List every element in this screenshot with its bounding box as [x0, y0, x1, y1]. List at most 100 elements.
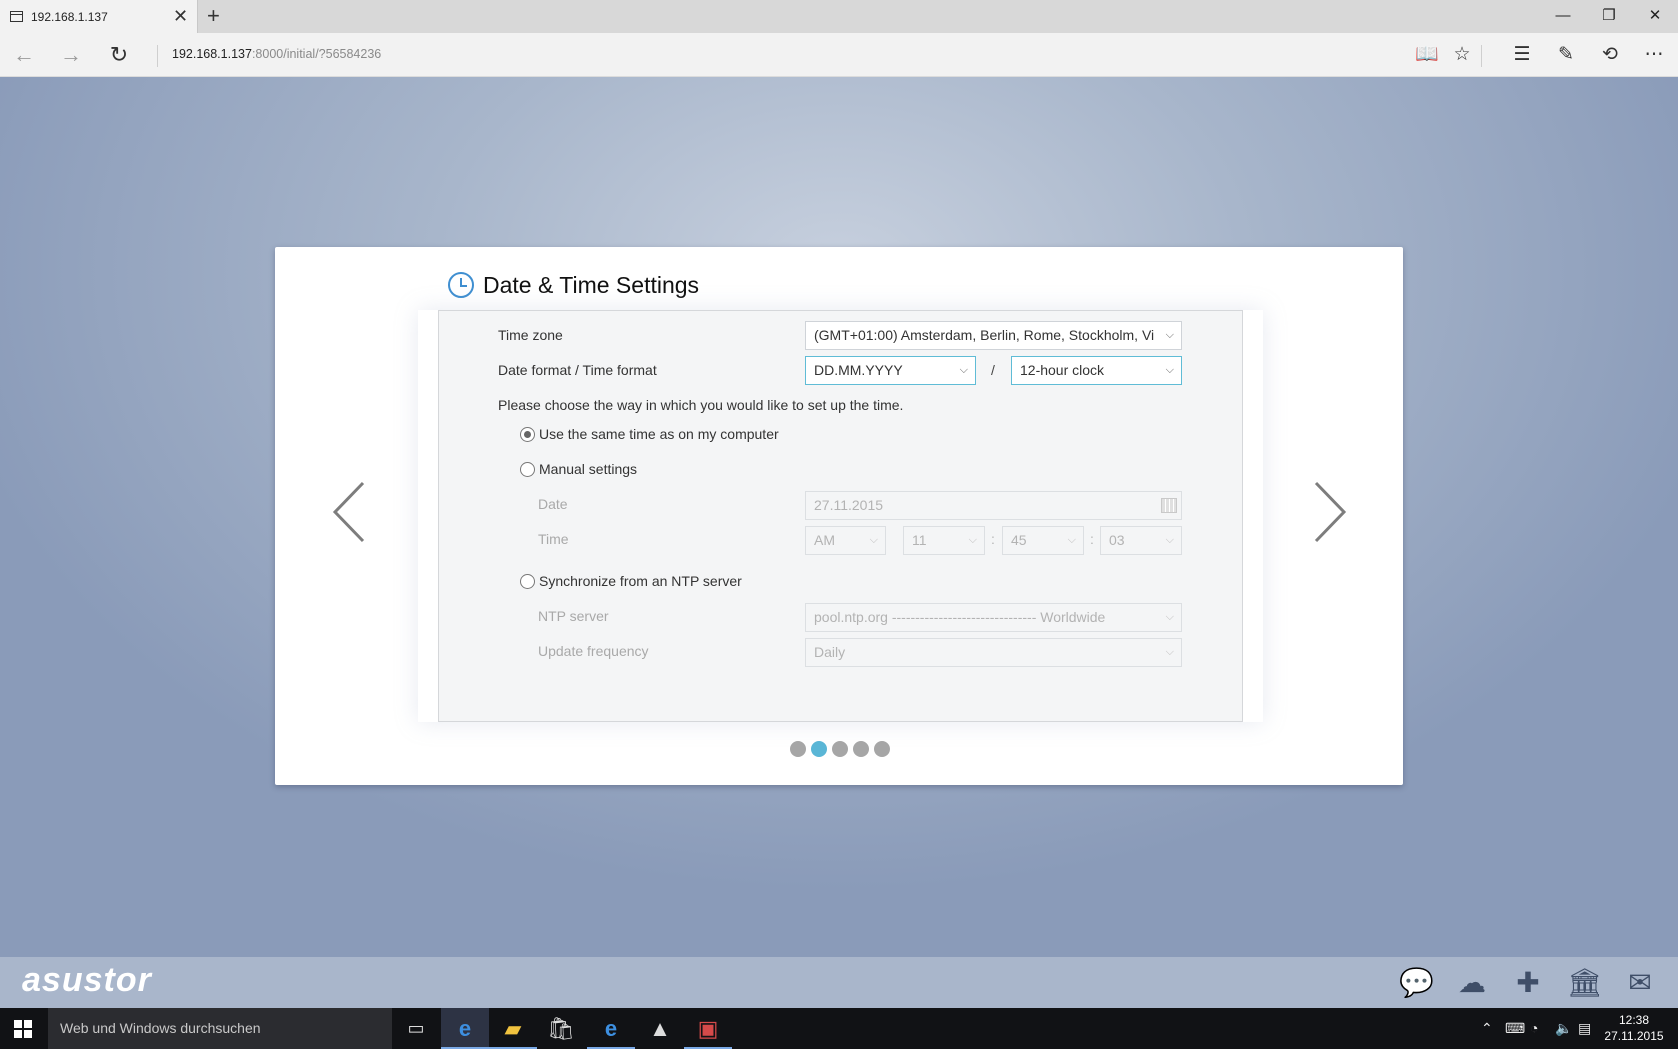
hub-icon[interactable]: ☰ — [1507, 41, 1537, 69]
clock-date: 27.11.2015 — [1604, 1029, 1664, 1043]
option-ntp-label[interactable]: Synchronize from an NTP server — [539, 573, 742, 589]
internet-explorer-icon[interactable]: e — [587, 1008, 635, 1049]
reading-view-icon[interactable]: 📖 — [1412, 41, 1442, 69]
url-field[interactable]: 192.168.1.137:8000/initial/?56584236 — [172, 47, 381, 61]
previous-step-button[interactable] — [329, 477, 369, 547]
update-frequency-select[interactable]: Daily ⌵ — [805, 638, 1182, 667]
chevron-down-icon: ⌵ — [869, 534, 878, 546]
mail-icon[interactable]: ✉ — [1623, 967, 1657, 999]
new-tab-button[interactable]: + — [207, 3, 220, 29]
radio-ntp[interactable] — [520, 574, 535, 589]
step-dot[interactable] — [874, 741, 890, 757]
page-title: Date & Time Settings — [483, 272, 700, 298]
chevron-down-icon: ⌵ — [1165, 646, 1174, 658]
web-note-icon[interactable]: ✎ — [1551, 41, 1581, 69]
format-separator: / — [991, 362, 995, 378]
chevron-down-icon: ⌵ — [1165, 611, 1174, 623]
tray-wifi-icon[interactable]: ◔ — [1530, 1008, 1538, 1049]
tray-volume-icon[interactable]: 🔈 — [1555, 1008, 1572, 1049]
step-dot[interactable] — [790, 741, 806, 757]
forward-button[interactable]: → — [55, 41, 87, 69]
setup-wizard-card: Date & Time Settings Time zone (GMT+01:0… — [275, 247, 1403, 785]
date-label: Date — [538, 496, 568, 512]
chevron-down-icon: ⌵ — [1067, 534, 1076, 546]
clock-icon — [448, 272, 474, 298]
toolbar-divider — [1481, 45, 1482, 67]
radio-manual[interactable] — [520, 462, 535, 477]
chevron-down-icon: ⌵ — [1165, 329, 1174, 341]
task-view-icon[interactable]: ▭ — [392, 1008, 440, 1049]
page-icon — [10, 11, 23, 22]
time-format-select[interactable]: 12-hour clock ⌵ — [1011, 356, 1182, 385]
hour-value: 11 — [912, 532, 927, 548]
refresh-button[interactable]: ↻ — [103, 41, 135, 69]
ampm-select[interactable]: AM ⌵ — [805, 526, 886, 555]
minute-select[interactable]: 45 ⌵ — [1002, 526, 1084, 555]
edge-icon[interactable]: e — [441, 1008, 489, 1049]
minute-value: 45 — [1011, 532, 1027, 548]
back-button[interactable]: ← — [8, 41, 40, 69]
chat-icon[interactable]: 💬 — [1399, 967, 1434, 999]
windows-logo-icon — [14, 1020, 22, 1028]
minimize-button[interactable]: — — [1540, 0, 1586, 33]
chevron-right-icon — [1314, 481, 1347, 543]
share-icon[interactable]: ⟲ — [1595, 41, 1625, 69]
update-frequency-label: Update frequency — [538, 643, 649, 659]
windows-logo-icon — [24, 1030, 32, 1038]
step-dot[interactable] — [853, 741, 869, 757]
second-value: 03 — [1109, 532, 1125, 548]
file-explorer-icon[interactable]: ▰ — [489, 1008, 537, 1049]
time-zone-value: (GMT+01:00) Amsterdam, Berlin, Rome, Sto… — [814, 327, 1155, 343]
media-app-icon[interactable]: ▣ — [684, 1008, 732, 1049]
time-zone-label: Time zone — [498, 327, 563, 343]
tray-chevron-up-icon[interactable]: ⌃ — [1481, 1008, 1493, 1049]
start-button[interactable] — [14, 1020, 32, 1038]
more-icon[interactable]: ⋯ — [1639, 41, 1669, 69]
settings-panel: Time zone (GMT+01:00) Amsterdam, Berlin,… — [438, 310, 1243, 722]
option-same-time-label[interactable]: Use the same time as on my computer — [539, 426, 779, 442]
time-format-value: 12-hour clock — [1020, 362, 1105, 378]
time-colon: : — [991, 531, 995, 547]
tray-notification-icon[interactable]: ▤ — [1578, 1008, 1591, 1049]
address-bar: ← → ↻ 192.168.1.137:8000/initial/?565842… — [0, 33, 1678, 77]
step-dot[interactable] — [832, 741, 848, 757]
puzzle-icon[interactable]: ✚ — [1511, 967, 1545, 999]
clock-time: 12:38 — [1618, 1013, 1650, 1027]
ntp-server-select[interactable]: pool.ntp.org ---------------------------… — [805, 603, 1182, 632]
date-format-value: DD.MM.YYYY — [814, 362, 903, 378]
url-host: 192.168.1.137 — [172, 47, 252, 61]
choose-prompt: Please choose the way in which you would… — [498, 397, 904, 413]
chevron-down-icon: ⌵ — [1165, 534, 1174, 546]
favorite-star-icon[interactable]: ☆ — [1447, 41, 1477, 69]
windows-logo-icon — [14, 1030, 22, 1038]
format-label: Date format / Time format — [498, 362, 657, 378]
option-manual-label[interactable]: Manual settings — [539, 461, 637, 477]
radio-same-time[interactable] — [520, 427, 535, 442]
ntp-server-label: NTP server — [538, 608, 609, 624]
ampm-value: AM — [814, 532, 835, 548]
time-label: Time — [538, 531, 569, 547]
calendar-icon[interactable] — [1161, 498, 1177, 513]
hour-select[interactable]: 11 ⌵ — [903, 526, 985, 555]
institution-icon[interactable]: 🏛 — [1567, 967, 1603, 999]
time-colon: : — [1090, 531, 1094, 547]
windows-taskbar: Web und Windows durchsuchen ▭ e ▰ 🛍 e ▲ … — [0, 1008, 1678, 1049]
browser-tab[interactable]: 192.168.1.137 ✕ — [0, 0, 198, 33]
close-window-button[interactable]: ✕ — [1632, 0, 1678, 33]
date-input[interactable]: 27.11.2015 — [805, 491, 1182, 520]
store-icon[interactable]: 🛍 — [537, 1008, 585, 1049]
restore-button[interactable]: ❐ — [1586, 0, 1632, 33]
url-divider — [157, 45, 158, 67]
taskbar-clock[interactable]: 12:38 27.11.2015 — [1598, 1012, 1670, 1044]
tab-close-icon[interactable]: ✕ — [173, 6, 188, 26]
date-format-select[interactable]: DD.MM.YYYY ⌵ — [805, 356, 976, 385]
time-zone-select[interactable]: (GMT+01:00) Amsterdam, Berlin, Rome, Sto… — [805, 321, 1182, 350]
next-step-button[interactable] — [1310, 477, 1350, 547]
step-dot[interactable] — [811, 741, 827, 757]
network-app-icon[interactable]: ▲ — [636, 1008, 684, 1049]
second-select[interactable]: 03 ⌵ — [1100, 526, 1182, 555]
taskbar-search-box[interactable]: Web und Windows durchsuchen — [48, 1008, 392, 1049]
asustor-logo: asustor — [22, 961, 152, 999]
cloud-download-icon[interactable]: ☁ — [1455, 967, 1489, 999]
tray-keyboard-icon[interactable]: ⌨ — [1505, 1008, 1525, 1049]
